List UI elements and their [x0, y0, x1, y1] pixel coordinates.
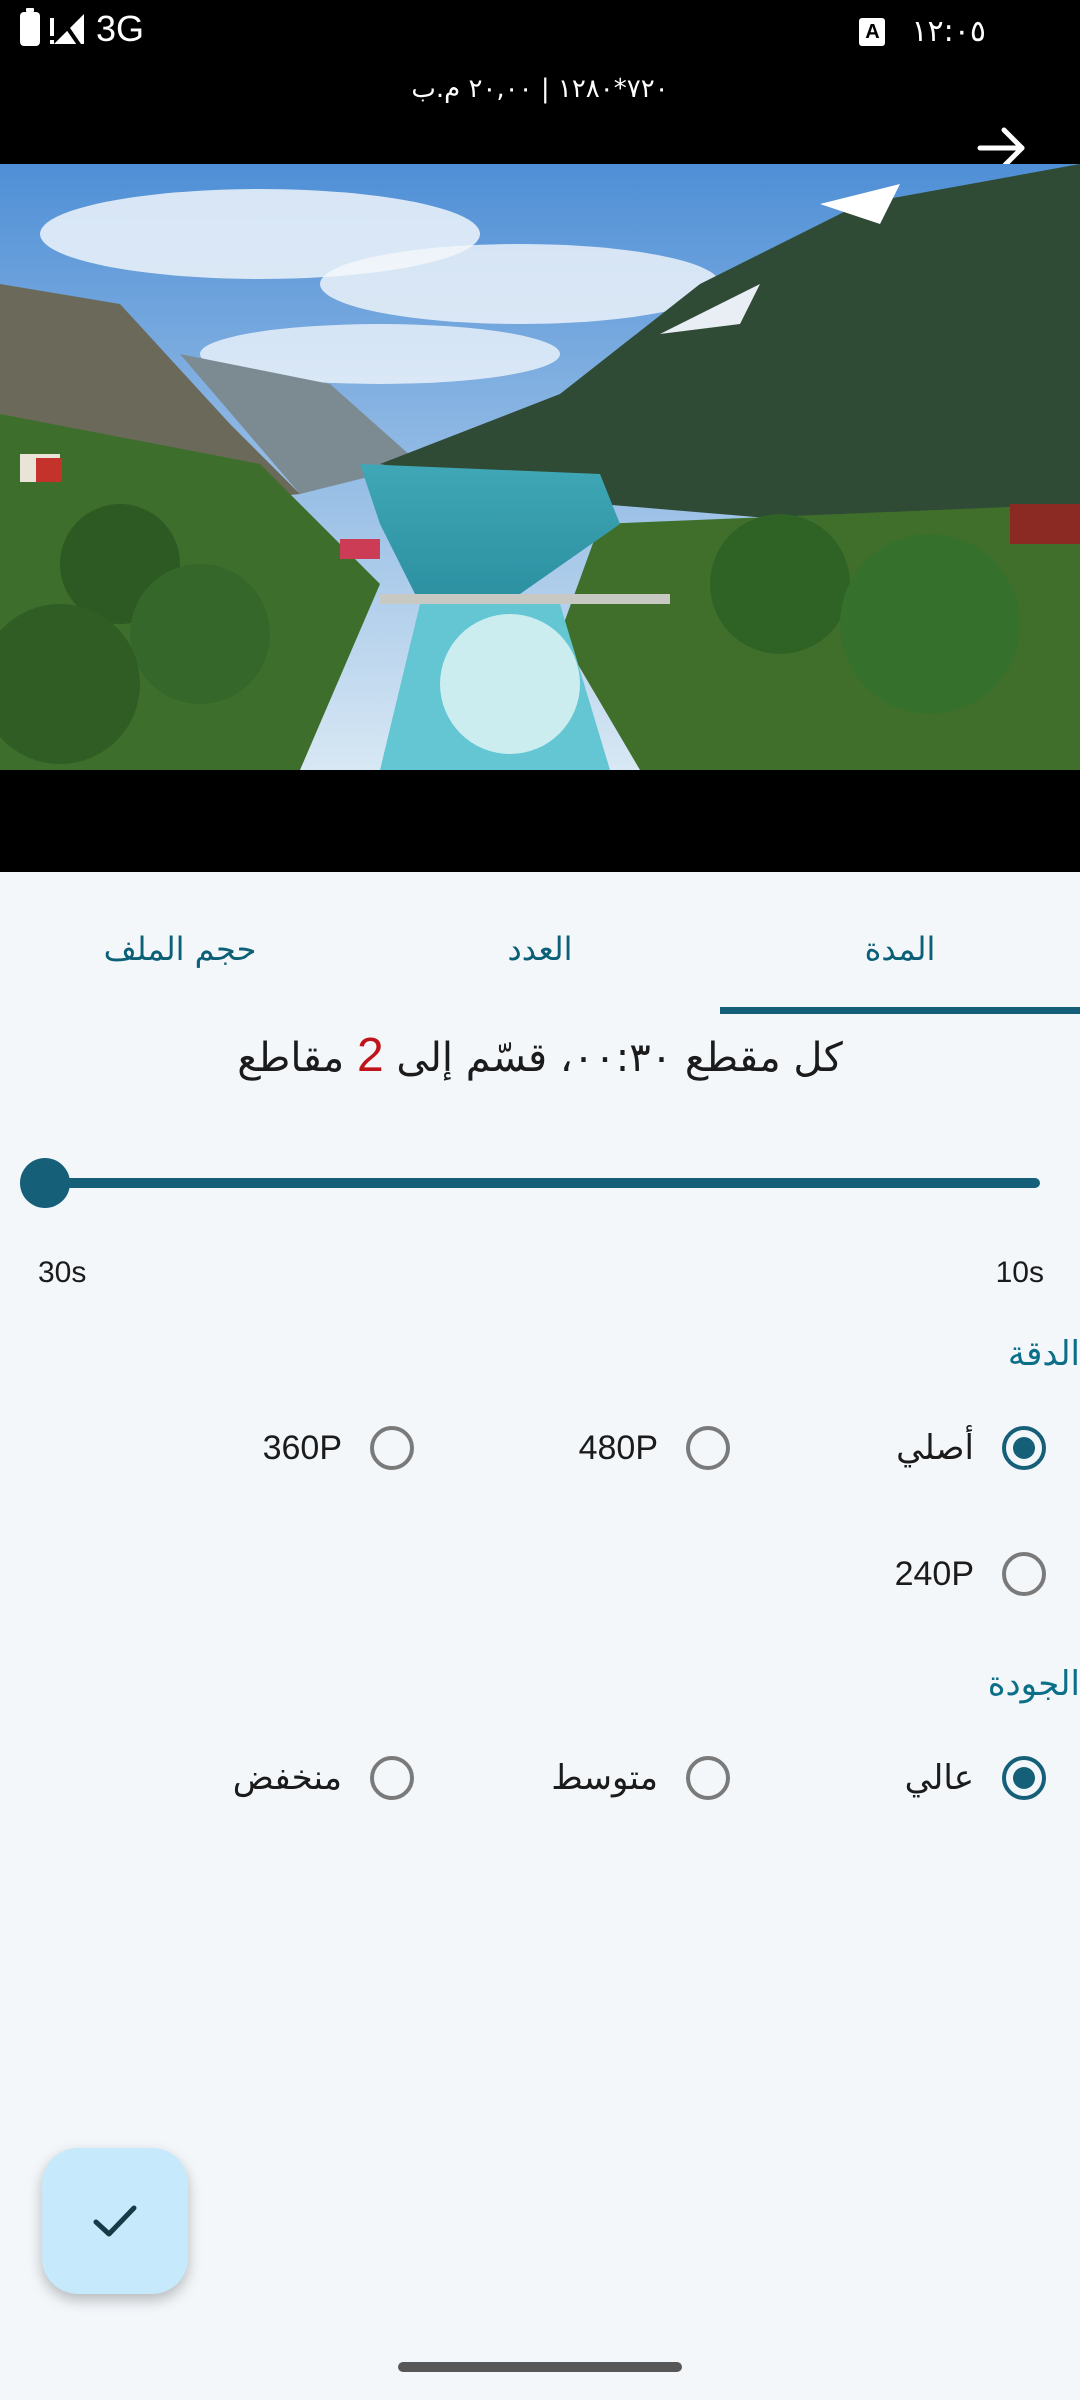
quality-option-high[interactable]: عالي — [806, 1752, 1046, 1812]
radio-label: 480P — [578, 1429, 658, 1467]
resolution-option-240p[interactable]: 240P — [806, 1548, 1046, 1608]
radio-label: 360P — [262, 1429, 342, 1467]
slider-min-label: 30s — [38, 1256, 87, 1289]
radio-label: متوسط — [551, 1758, 658, 1798]
radio-label: أصلي — [896, 1428, 974, 1468]
home-indicator[interactable] — [398, 2362, 682, 2372]
video-frame-landscape — [0, 164, 1080, 770]
radio-button[interactable] — [686, 1756, 730, 1800]
battery-icon — [20, 8, 40, 46]
tab-count-label: العدد — [507, 930, 573, 968]
radio-button[interactable] — [1002, 1756, 1046, 1800]
tab-selection-indicator — [720, 1007, 1080, 1014]
status-left: 3G — [20, 8, 144, 50]
tab-file-size-label: حجم الملف — [103, 930, 257, 968]
tab-bar: المدة العدد حجم الملف — [0, 872, 1080, 1014]
duration-slider[interactable] — [20, 1158, 1040, 1208]
tab-count[interactable]: العدد — [360, 872, 720, 1014]
network-type: 3G — [96, 8, 145, 49]
tab-duration[interactable]: المدة — [720, 872, 1080, 1014]
tab-file-size[interactable]: حجم الملف — [0, 872, 360, 1014]
radio-button[interactable] — [370, 1756, 414, 1800]
radio-label: عالي — [904, 1758, 974, 1798]
signal-icon — [50, 12, 86, 46]
status-right: A ١٢:٠٥ — [859, 14, 986, 49]
status-time: ١٢:٠٥ — [911, 14, 986, 49]
radio-label: منخفض — [232, 1758, 342, 1798]
quality-option-medium[interactable]: متوسط — [490, 1752, 730, 1812]
resolution-title: الدقة — [1007, 1334, 1080, 1374]
radio-button[interactable] — [1002, 1552, 1046, 1596]
quality-option-low[interactable]: منخفض — [174, 1752, 414, 1812]
confirm-button[interactable] — [42, 2148, 188, 2294]
check-icon — [93, 2205, 137, 2237]
radio-button[interactable] — [686, 1426, 730, 1470]
split-summary: كل مقطع ٠٠:٣٠، قسّم إلى 2 مقاطع — [0, 1028, 1080, 1083]
split-count: 2 — [356, 1029, 384, 1082]
radio-label: 240P — [894, 1555, 974, 1593]
video-info: ٧٢٠*١٢٨٠ | ٢٠,٠٠ م.ب — [411, 74, 669, 104]
video-preview[interactable] — [0, 164, 1080, 872]
slider-max-label: 10s — [995, 1256, 1044, 1289]
resolution-option-480p[interactable]: 480P — [490, 1422, 730, 1482]
split-summary-suffix: مقاطع — [237, 1035, 345, 1081]
resolution-option-original[interactable]: أصلي — [806, 1422, 1046, 1482]
slider-track[interactable] — [44, 1178, 1040, 1188]
split-summary-prefix: كل مقطع ٠٠:٣٠، قسّم إلى — [396, 1035, 843, 1081]
tab-duration-label: المدة — [864, 930, 936, 968]
status-bar: 3G A ١٢:٠٥ ٧٢٠*١٢٨٠ | ٢٠,٠٠ م.ب — [0, 0, 1080, 169]
slider-thumb[interactable] — [20, 1158, 70, 1208]
keyboard-icon: A — [859, 17, 886, 46]
quality-title: الجودة — [987, 1664, 1080, 1704]
radio-button[interactable] — [1002, 1426, 1046, 1470]
radio-button[interactable] — [370, 1426, 414, 1470]
resolution-option-360p[interactable]: 360P — [174, 1422, 414, 1482]
